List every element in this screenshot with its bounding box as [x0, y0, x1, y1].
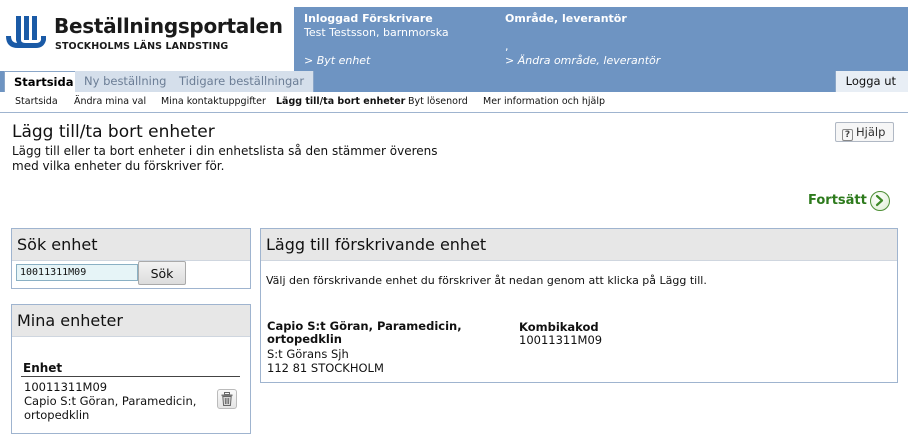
subnav-byt-losenord[interactable]: Byt lösenord	[408, 96, 468, 107]
help-button[interactable]: ? Hjälp	[835, 122, 894, 142]
continue-label: Fortsätt	[808, 193, 867, 208]
unit-code: 10011311M09	[24, 380, 108, 394]
page-title: Lägg till/ta bort enheter	[12, 122, 215, 142]
kombika-code-label: Kombikakod	[519, 320, 599, 334]
column-divider	[21, 376, 240, 377]
result-unit-name: Capio S:t Göran, Paramedicin, ortopedkli…	[267, 320, 467, 346]
kombika-code-value: 10011311M09	[519, 333, 603, 347]
continue-arrow-icon	[870, 191, 890, 211]
tab-tidigare-bestallningar[interactable]: Tidigare beställningar	[170, 71, 315, 92]
change-area-link[interactable]: > Ändra område, leverantör	[505, 54, 660, 68]
brand-subtitle: STOCKHOLMS LÄNS LANDSTING	[55, 41, 229, 52]
search-unit-panel: Sök enhet Sök	[11, 228, 251, 289]
add-unit-panel: Lägg till förskrivande enhet Välj den fö…	[260, 228, 898, 383]
result-address-line2: 112 81 STOCKHOLM	[267, 361, 384, 375]
result-unit-address: S:t Görans Sjh 112 81 STOCKHOLM	[267, 347, 384, 375]
main-tabs: Startsida Ny beställning Tidigare bestäl…	[0, 71, 908, 93]
search-unit-title: Sök enhet	[12, 229, 250, 261]
page-description: Lägg till eller ta bort enheter i din en…	[12, 144, 438, 173]
sll-logo-icon	[6, 16, 46, 48]
trash-icon	[221, 392, 233, 406]
tab-startsida[interactable]: Startsida	[4, 71, 84, 93]
area-value: ,	[505, 40, 509, 53]
subnav-mer-information[interactable]: Mer information och hjälp	[483, 96, 605, 107]
unit-column-header: Enhet	[23, 361, 63, 375]
sub-navigation: Startsida Ändra mina val Mina kontaktupp…	[0, 92, 908, 113]
list-item: 10011311M09 Capio S:t Göran, Paramedicin…	[24, 380, 196, 422]
user-name: Test Testsson, barnmorska	[304, 26, 449, 39]
search-unit-input[interactable]	[16, 264, 138, 281]
subnav-andra-mina-val[interactable]: Ändra mina val	[74, 96, 146, 107]
app-header: Beställningsportalen STOCKHOLMS LÄNS LAN…	[0, 0, 908, 71]
logout-button[interactable]: Logga ut	[834, 71, 908, 92]
help-icon: ?	[842, 129, 853, 141]
unit-name-line1: Capio S:t Göran, Paramedicin,	[24, 394, 197, 408]
login-info-box: Inloggad Förskrivare Test Testsson, barn…	[294, 7, 908, 71]
add-unit-title: Lägg till förskrivande enhet	[261, 229, 897, 261]
subnav-mina-kontaktuppgifter[interactable]: Mina kontaktuppgifter	[161, 96, 266, 107]
area-info: Område, leverantör , > Ändra område, lev…	[505, 12, 660, 67]
tab-ny-bestallning[interactable]: Ny beställning	[75, 71, 177, 92]
change-unit-link[interactable]: > Byt enhet	[304, 54, 370, 68]
subnav-lagg-till-ta-bort-enheter[interactable]: Lägg till/ta bort enheter	[276, 96, 405, 107]
unit-name-line2: ortopedklin	[24, 408, 90, 422]
help-label: Hjälp	[856, 125, 886, 139]
add-unit-intro: Välj den förskrivande enhet du förskrive…	[266, 274, 707, 287]
area-info-title: Område, leverantör	[505, 12, 627, 25]
my-units-title: Mina enheter	[12, 305, 250, 337]
remove-unit-button[interactable]	[217, 389, 237, 409]
continue-link[interactable]: Fortsätt	[808, 191, 890, 213]
result-unit-name-line2: ortopedklin	[267, 332, 342, 346]
brand-title: Beställningsportalen	[54, 14, 283, 38]
user-info: Inloggad Förskrivare Test Testsson, barn…	[304, 12, 449, 67]
result-address-line1: S:t Görans Sjh	[267, 347, 349, 361]
user-info-title: Inloggad Förskrivare	[304, 12, 433, 25]
my-units-panel: Mina enheter Enhet 10011311M09 Capio S:t…	[11, 304, 251, 434]
subnav-startsida[interactable]: Startsida	[15, 96, 58, 107]
search-button[interactable]: Sök	[138, 261, 186, 285]
sll-logo[interactable]: Beställningsportalen STOCKHOLMS LÄNS LAN…	[4, 14, 289, 62]
